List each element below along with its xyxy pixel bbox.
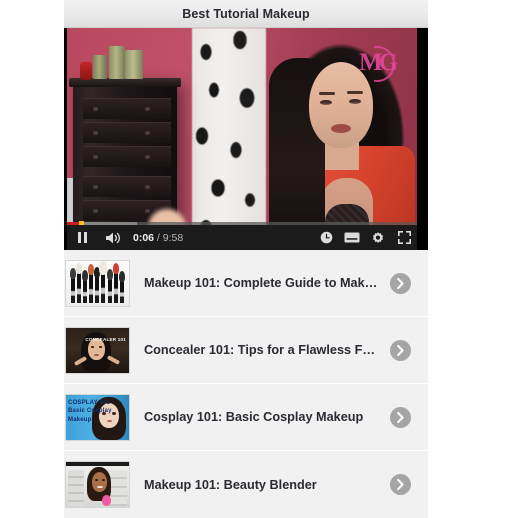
candle-prop (125, 50, 143, 79)
chevron-right-icon[interactable] (390, 474, 411, 495)
candle-prop (93, 55, 107, 79)
damask-curtain (192, 28, 266, 250)
pause-icon[interactable] (67, 225, 97, 250)
list-item[interactable]: Makeup 101: Beauty Blender (64, 451, 428, 518)
cosplay-thumbnail-art: COSPLAY 101 Basic Cosplay Makeup (66, 394, 129, 440)
volume-icon[interactable] (97, 225, 129, 250)
captions-icon[interactable] (339, 225, 365, 250)
chevron-right-icon[interactable] (390, 272, 411, 294)
gear-icon[interactable] (365, 225, 391, 250)
clock-icon[interactable] (313, 225, 339, 250)
concealer-thumbnail-art: CONCEALER 101 (66, 327, 129, 373)
page-header: Best Tutorial Makeup (64, 0, 428, 28)
beauty-blender-thumbnail-art (66, 462, 129, 507)
thumbnail-caption: CONCEALER 101 (85, 336, 126, 342)
list-item[interactable]: CONCEALER 101 Concealer 101: Tips for a … (64, 317, 428, 384)
list-item-title: Concealer 101: Tips for a Flawless Face (144, 343, 384, 357)
page-title: Best Tutorial Makeup (182, 6, 310, 21)
chevron-right-icon[interactable] (390, 406, 411, 428)
red-prop (80, 62, 92, 80)
app-root: Best Tutorial Makeup MG 0:06 / 9:58 Make… (64, 0, 428, 518)
video-list: Makeup 101: Complete Guide to Make… CONC… (64, 250, 428, 518)
fullscreen-icon[interactable] (391, 225, 417, 250)
time-separator: / (154, 231, 163, 244)
player-controls: 0:06 / 9:58 (67, 225, 417, 250)
channel-watermark: MG (359, 49, 398, 76)
list-item[interactable]: COSPLAY 101 Basic Cosplay Makeup Cosplay… (64, 384, 428, 451)
video-thumbnail[interactable]: CONCEALER 101 (65, 326, 130, 374)
list-item-title: Cosplay 101: Basic Cosplay Makeup (144, 410, 364, 424)
video-player[interactable]: MG 0:06 / 9:58 (64, 28, 428, 250)
duration: 9:58 (162, 231, 184, 244)
chevron-right-icon[interactable] (390, 339, 411, 361)
list-item-title: Makeup 101: Beauty Blender (144, 477, 317, 492)
thumbnail-caption: COSPLAY 101 Basic Cosplay Makeup (68, 399, 112, 423)
video-thumbnail[interactable] (65, 259, 130, 307)
current-time: 0:06 (133, 231, 155, 244)
video-thumbnail[interactable] (65, 461, 130, 508)
makeup-brushes-icon (66, 260, 129, 306)
video-stage[interactable]: MG (67, 28, 417, 250)
candle-prop (109, 46, 125, 79)
video-thumbnail[interactable]: COSPLAY 101 Basic Cosplay Makeup (65, 393, 130, 441)
list-item-title: Makeup 101: Complete Guide to Make… (144, 276, 385, 290)
presenter-lips (331, 124, 351, 133)
time-display: 0:06 / 9:58 (133, 232, 183, 244)
list-item[interactable]: Makeup 101: Complete Guide to Make… (64, 250, 428, 317)
